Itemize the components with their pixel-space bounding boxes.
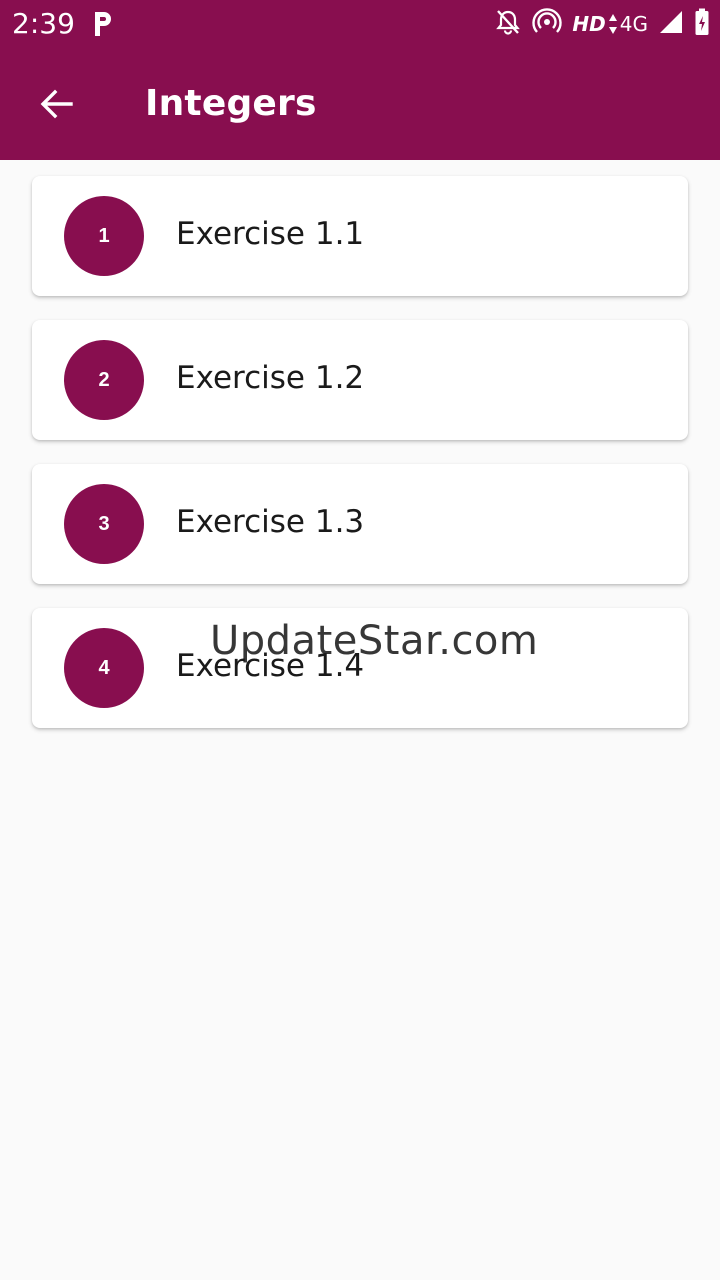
exercise-number-badge: 3 bbox=[64, 484, 144, 564]
exercise-card-4[interactable]: 4 Exercise 1.4 bbox=[32, 608, 688, 728]
exercise-label: Exercise 1.2 bbox=[176, 360, 365, 396]
app-bar: Integers bbox=[0, 48, 720, 160]
parking-icon bbox=[92, 10, 114, 38]
data-arrows-icon bbox=[608, 14, 617, 34]
exercise-number-badge: 4 bbox=[64, 628, 144, 708]
exercise-label: Exercise 1.4 bbox=[176, 648, 365, 684]
back-button[interactable] bbox=[26, 74, 86, 134]
signal-icon bbox=[658, 9, 684, 40]
exercise-list: 1 Exercise 1.1 2 Exercise 1.2 3 Exercise… bbox=[32, 176, 688, 752]
exercise-card-3[interactable]: 3 Exercise 1.3 bbox=[32, 464, 688, 584]
status-bar: 2:39 HD 4G bbox=[0, 0, 720, 48]
exercise-card-2[interactable]: 2 Exercise 1.2 bbox=[32, 320, 688, 440]
hotspot-icon bbox=[532, 7, 563, 41]
network-label: 4G bbox=[619, 12, 648, 36]
exercise-label: Exercise 1.1 bbox=[176, 216, 365, 252]
notifications-off-icon bbox=[494, 8, 522, 41]
battery-icon bbox=[694, 8, 710, 41]
exercise-number-badge: 2 bbox=[64, 340, 144, 420]
network-indicator: HD 4G bbox=[572, 12, 648, 36]
exercise-number-badge: 1 bbox=[64, 196, 144, 276]
page-title: Integers bbox=[145, 83, 317, 124]
status-icons: HD 4G bbox=[494, 7, 710, 41]
arrow-back-icon bbox=[40, 89, 73, 119]
exercise-label: Exercise 1.3 bbox=[176, 504, 365, 540]
exercise-card-1[interactable]: 1 Exercise 1.1 bbox=[32, 176, 688, 296]
status-time: 2:39 bbox=[12, 7, 75, 40]
hd-label: HD bbox=[572, 12, 606, 36]
